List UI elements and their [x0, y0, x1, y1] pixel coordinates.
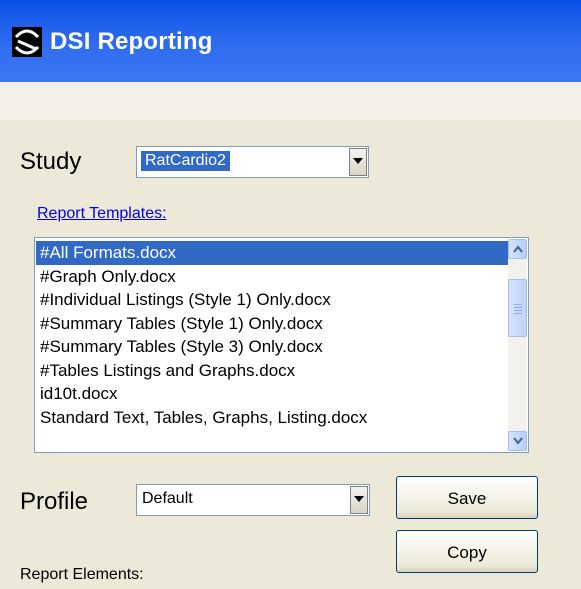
title-bar: DSI Reporting — [0, 0, 581, 82]
chevron-down-icon — [513, 437, 523, 445]
profile-label: Profile — [20, 488, 89, 515]
toolbar-strip — [0, 82, 581, 120]
scroll-thumb[interactable] — [508, 279, 527, 337]
save-button[interactable]: Save — [396, 476, 538, 519]
window-title: DSI Reporting — [50, 28, 213, 55]
profile-dropdown[interactable]: Default — [136, 484, 370, 516]
templates-scrollbar[interactable] — [508, 239, 527, 451]
scroll-down-button[interactable] — [508, 431, 527, 451]
copy-button[interactable]: Copy — [396, 530, 538, 573]
list-item[interactable]: #All Formats.docx — [36, 241, 508, 265]
report-elements-label: Report Elements: — [20, 566, 144, 583]
study-dropdown[interactable]: RatCardio2 — [136, 146, 369, 178]
scroll-up-button[interactable] — [508, 239, 527, 259]
app-logo-icon — [12, 27, 42, 57]
profile-dropdown-button[interactable] — [350, 486, 368, 514]
report-templates-list[interactable]: #All Formats.docx #Graph Only.docx #Indivi… — [34, 237, 529, 453]
report-templates-link[interactable]: Report Templates: — [37, 205, 167, 223]
list-item[interactable]: #Individual Listings (Style 1) Only.docx — [36, 288, 508, 312]
list-item[interactable]: #Graph Only.docx — [36, 265, 508, 289]
study-value: RatCardio2 — [141, 151, 230, 171]
study-dropdown-button[interactable] — [349, 148, 367, 176]
chevron-up-icon — [513, 245, 523, 253]
list-item[interactable]: #Summary Tables (Style 3) Only.docx — [36, 335, 508, 359]
study-label: Study — [20, 148, 82, 175]
list-item[interactable]: #Tables Listings and Graphs.docx — [36, 359, 508, 383]
chevron-down-icon — [353, 158, 363, 164]
list-item[interactable]: Standard Text, Tables, Graphs, Listing.d… — [36, 406, 508, 430]
chevron-down-icon — [354, 496, 364, 502]
profile-value: Default — [142, 490, 193, 507]
list-item[interactable]: id10t.docx — [36, 382, 508, 406]
list-item[interactable]: #Summary Tables (Style 1) Only.docx — [36, 312, 508, 336]
